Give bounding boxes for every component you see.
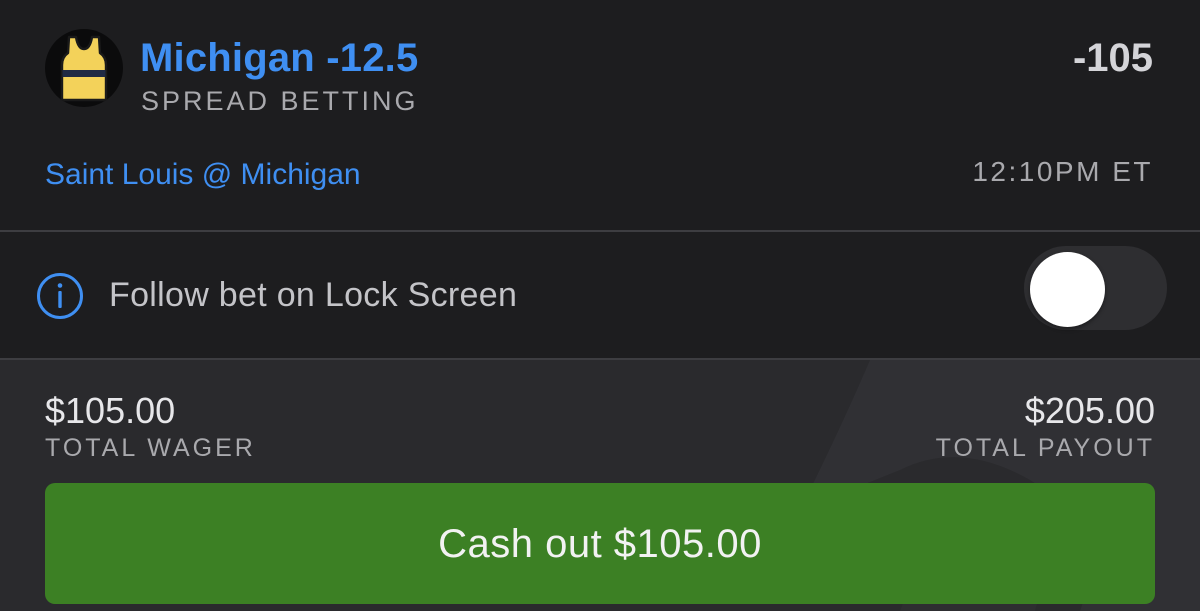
bet-title: Michigan -12.5 — [140, 36, 419, 80]
toggle-knob — [1030, 252, 1105, 327]
bet-detail-screen: Michigan -12.5 SPREAD BETTING -105 Saint… — [0, 0, 1200, 611]
total-payout-amount: $205.00 — [1024, 390, 1155, 431]
lock-screen-row: Follow bet on Lock Screen — [0, 232, 1200, 358]
lock-screen-label: Follow bet on Lock Screen — [109, 276, 518, 314]
total-wager-amount: $105.00 — [45, 390, 176, 431]
bet-card: Michigan -12.5 SPREAD BETTING -105 Saint… — [0, 0, 1200, 230]
lock-screen-toggle[interactable] — [1024, 246, 1167, 330]
wager-summary: $105.00 TOTAL WAGER $205.00 TOTAL PAYOUT… — [0, 360, 1200, 611]
total-wager-label: TOTAL WAGER — [45, 434, 256, 462]
bet-odds: -105 — [1072, 36, 1153, 80]
cash-out-button[interactable]: Cash out $105.00 — [45, 483, 1155, 604]
game-time: 12:10PM ET — [972, 156, 1153, 187]
bet-type-label: SPREAD BETTING — [141, 86, 419, 116]
jersey-icon — [45, 29, 123, 107]
total-payout-label: TOTAL PAYOUT — [935, 434, 1155, 462]
info-icon[interactable] — [36, 272, 84, 320]
matchup-link[interactable]: Saint Louis @ Michigan — [45, 158, 361, 192]
